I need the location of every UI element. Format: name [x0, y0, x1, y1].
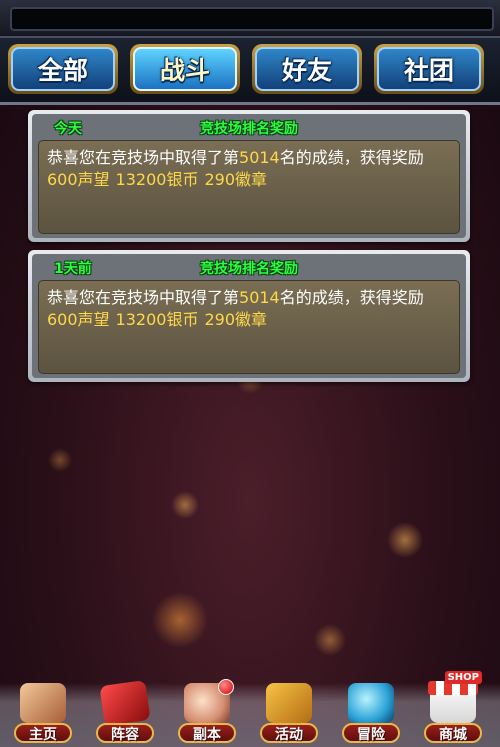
- message-title: 竞技场排名奖励: [200, 121, 298, 137]
- nav-lineup-button[interactable]: 阵容: [90, 679, 160, 743]
- nav-dungeon-label: 副本: [178, 723, 236, 743]
- tab-all[interactable]: 全部: [8, 44, 118, 94]
- notification-dot-icon: [218, 679, 234, 695]
- nav-activity-button[interactable]: 活动: [254, 683, 324, 743]
- tab-all-label: 全部: [37, 56, 88, 85]
- nav-shop-button[interactable]: SHOP 商城: [418, 671, 488, 743]
- status-slot: [10, 7, 494, 31]
- tab-battle[interactable]: 战斗: [130, 44, 240, 94]
- reward-badges: 290徽章: [204, 170, 267, 189]
- rank-value: 5014: [239, 288, 280, 307]
- nav-adventure-label: 冒险: [342, 723, 400, 743]
- reward-reputation: 600声望: [47, 170, 110, 189]
- reward-reputation: 600声望: [47, 310, 110, 329]
- message-card-frame: 1天前 竞技场排名奖励 恭喜您在竞技场中取得了第5014名的成绩，获得奖励 60…: [32, 254, 466, 378]
- message-header: 今天 竞技场排名奖励: [34, 116, 464, 138]
- message-card-frame: 今天 竞技场排名奖励 恭喜您在竞技场中取得了第5014名的成绩，获得奖励 600…: [32, 114, 466, 238]
- message-card[interactable]: 1天前 竞技场排名奖励 恭喜您在竞技场中取得了第5014名的成绩，获得奖励 60…: [28, 250, 470, 382]
- nav-shop-label: 商城: [424, 723, 482, 743]
- activity-horn-icon: [266, 683, 312, 723]
- bottom-nav-bar: 主页 阵容 副本 活动 冒险 SHOP 商城: [0, 671, 500, 747]
- message-title: 竞技场排名奖励: [200, 261, 298, 277]
- tab-friends-label: 好友: [281, 56, 332, 85]
- adventure-globe-icon: [348, 683, 394, 723]
- shop-sign: SHOP: [444, 671, 482, 684]
- nav-lineup-label: 阵容: [96, 723, 154, 743]
- tab-friends[interactable]: 好友: [252, 44, 362, 94]
- shop-store-icon: SHOP: [428, 671, 482, 723]
- tab-club-label: 社团: [403, 56, 454, 85]
- tab-club[interactable]: 社团: [374, 44, 484, 94]
- message-body: 恭喜您在竞技场中取得了第5014名的成绩，获得奖励 600声望 13200银币 29…: [38, 140, 460, 234]
- nav-home-label: 主页: [14, 723, 72, 743]
- message-header: 1天前 竞技场排名奖励: [34, 256, 464, 278]
- category-tab-bar: 全部 战斗 好友 社团: [0, 38, 500, 105]
- message-text-before: 恭喜您在竞技场中取得了第: [47, 148, 240, 167]
- nav-activity-label: 活动: [260, 723, 318, 743]
- message-text-after: 名的成绩，获得奖励: [279, 148, 424, 167]
- rank-value: 5014: [239, 148, 280, 167]
- nav-dungeon-button[interactable]: 副本: [172, 679, 242, 743]
- message-card[interactable]: 今天 竞技场排名奖励 恭喜您在竞技场中取得了第5014名的成绩，获得奖励 600…: [28, 110, 470, 242]
- message-body: 恭喜您在竞技场中取得了第5014名的成绩，获得奖励 600声望 13200银币 29…: [38, 280, 460, 374]
- tab-battle-label: 战斗: [159, 56, 210, 85]
- top-status-strip: [0, 0, 500, 38]
- nav-home-button[interactable]: 主页: [8, 683, 78, 743]
- reward-badges: 290徽章: [204, 310, 267, 329]
- reward-silver: 13200银币: [115, 170, 199, 189]
- home-building-icon: [20, 683, 66, 723]
- message-text-before: 恭喜您在竞技场中取得了第: [47, 288, 240, 307]
- lineup-cards-icon: [99, 679, 151, 727]
- message-text-after: 名的成绩，获得奖励: [279, 288, 424, 307]
- nav-adventure-button[interactable]: 冒险: [336, 683, 406, 743]
- reward-silver: 13200银币: [115, 310, 199, 329]
